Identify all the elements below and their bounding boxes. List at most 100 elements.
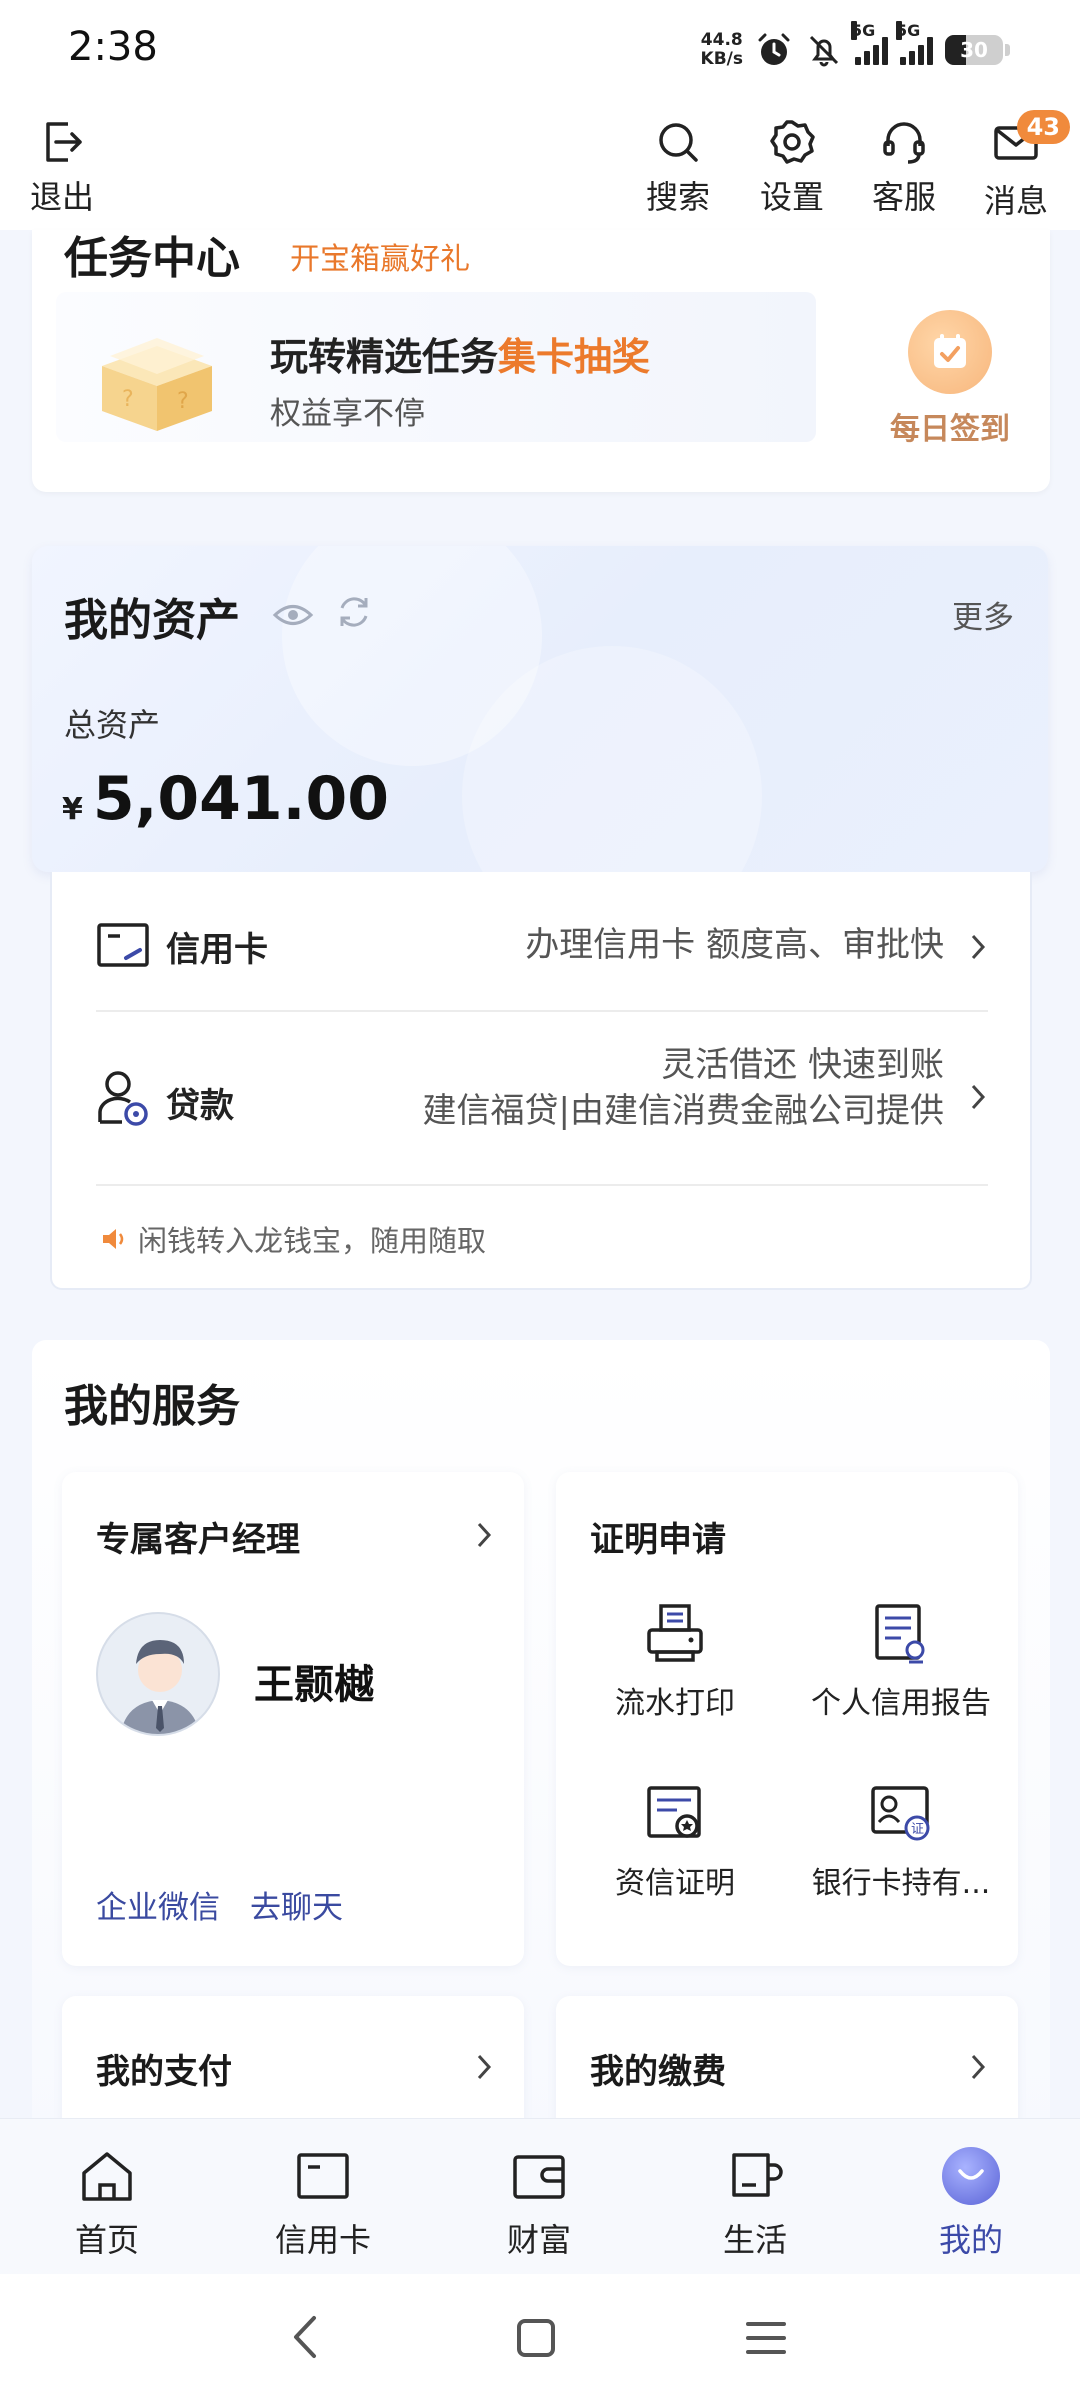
me-smile-icon — [942, 2147, 1000, 2205]
loan-person-icon — [98, 1071, 148, 1126]
logout-label: 退出 — [30, 178, 95, 216]
refresh-icon[interactable] — [334, 592, 374, 632]
customer-service-label: 客服 — [872, 178, 937, 216]
back-icon[interactable] — [286, 2312, 326, 2362]
messages-button[interactable]: 43 消息 — [984, 110, 1070, 222]
chevron-right-icon — [971, 1084, 986, 1110]
home-square-icon[interactable] — [514, 2316, 558, 2360]
messages-label: 消息 — [984, 182, 1049, 220]
assets-more-link[interactable]: 更多 — [952, 592, 1014, 637]
tab-me-label: 我的 — [938, 2221, 1003, 2259]
daily-checkin-button[interactable]: 每日签到 — [870, 310, 1030, 448]
chevron-right-icon — [477, 2054, 492, 2080]
logout-button[interactable]: 退出 — [30, 118, 94, 218]
my-fees-title: 我的缴费 — [590, 2052, 726, 2092]
tab-life[interactable]: 生活 — [675, 2147, 835, 2261]
loan-desc-line-1: 灵活借还 快速到账 — [661, 1045, 944, 1085]
status-icons: 44.8 KB/s 5G 5G 30 — [700, 21, 1010, 74]
statement-print-label: 流水打印 — [615, 1686, 735, 1721]
my-payment-title: 我的支付 — [96, 2052, 232, 2092]
chat-link[interactable]: 去聊天 — [250, 1882, 343, 1927]
certificate-title: 证明申请 — [590, 1520, 726, 1560]
task-promo-title: 玩转精选任务集卡抽奖 — [270, 326, 650, 381]
top-nav: 退出 搜索 设置 客服 43 消息 — [0, 100, 1080, 230]
credit-certificate-item[interactable]: 资信证明 — [560, 1782, 790, 1902]
asset-services-list: 信用卡 办理信用卡 额度高、审批快 贷款 灵活借还 快速到账 建信福贷|由建信消… — [50, 872, 1032, 1290]
mute-bell-icon — [809, 35, 839, 67]
id-card-icon: 证 — [871, 1786, 930, 1841]
treasure-box-icon: ? ? — [102, 338, 212, 431]
svg-text:?: ? — [177, 389, 189, 414]
tab-wealth-label: 财富 — [506, 2221, 571, 2259]
card-holding-label: 银行卡持有... — [811, 1866, 991, 1901]
eye-icon[interactable] — [272, 594, 314, 636]
signal-icon-2: 5G — [896, 21, 933, 65]
tab-wealth[interactable]: 财富 — [459, 2147, 619, 2261]
tab-credit-card-label: 信用卡 — [274, 2221, 371, 2259]
menu-icon[interactable] — [744, 2316, 788, 2360]
status-bar: 2:38 44.8 KB/s 5G 5G 30 — [0, 0, 1080, 100]
customer-service-button[interactable]: 客服 — [872, 118, 936, 218]
daily-checkin-label: 每日签到 — [890, 412, 1010, 447]
credit-report-label: 个人信用报告 — [811, 1686, 991, 1721]
credit-card-desc: 办理信用卡 额度高、审批快 — [525, 925, 944, 965]
settings-button[interactable]: 设置 — [760, 118, 824, 218]
logout-icon — [46, 122, 82, 162]
loan-row[interactable]: 贷款 灵活借还 快速到账 建信福贷|由建信消费金融公司提供 — [96, 1042, 988, 1152]
loan-desc: 灵活借还 快速到账 建信福贷|由建信消费金融公司提供 — [423, 1042, 944, 1134]
printer-icon — [647, 1604, 703, 1662]
divider — [96, 1184, 988, 1186]
task-center-title: 任务中心 — [64, 233, 240, 284]
battery-tip — [1005, 44, 1010, 56]
settings-label: 设置 — [760, 178, 825, 216]
account-manager-card[interactable]: 专属客户经理 王颢樾 企业微信 去聊天 — [62, 1472, 524, 1966]
signal-label-1: 5G — [851, 21, 876, 40]
alarm-icon — [758, 33, 790, 65]
bottom-tab-bar: 首页 信用卡 财富 生活 我的 — [0, 2118, 1080, 2274]
tab-me[interactable]: 我的 — [891, 2147, 1051, 2261]
certificate-icon — [647, 1786, 701, 1838]
signal-label-2: 5G — [896, 21, 921, 40]
chevron-right-icon — [971, 934, 986, 960]
task-promo-desc: 权益享不停 — [270, 396, 425, 432]
my-services-title: 我的服务 — [64, 1381, 240, 1432]
battery-level: 30 — [960, 38, 988, 62]
gear-icon — [770, 120, 815, 164]
tab-home-label: 首页 — [74, 2221, 139, 2259]
task-promo-title-text: 玩转精选任务 — [270, 335, 499, 379]
total-assets-value: 5,041.00 — [92, 764, 389, 834]
svg-text:?: ? — [122, 387, 134, 412]
credit-card-row[interactable]: 信用卡 办理信用卡 额度高、审批快 — [96, 916, 988, 976]
tip-line[interactable]: 闲钱转入龙钱宝，随用随取 — [100, 1218, 486, 1260]
divider — [96, 1010, 988, 1012]
credit-card-icon — [97, 923, 149, 967]
my-assets-title: 我的资产 — [64, 595, 240, 646]
system-navigation-bar — [0, 2274, 1080, 2400]
network-speed-value: 44.8 — [700, 30, 743, 50]
currency-symbol: ¥ — [62, 792, 83, 827]
task-center-subtitle[interactable]: 开宝箱赢好礼 — [290, 234, 470, 278]
search-icon — [659, 123, 698, 162]
calendar-check-icon — [908, 310, 992, 394]
speaker-icon — [103, 1229, 124, 1249]
tab-home[interactable]: 首页 — [27, 2147, 187, 2261]
card-icon — [297, 2153, 349, 2199]
my-assets-card: 我的资产 更多 总资产 ¥ 5,041.00 — [32, 546, 1048, 872]
credit-report-item[interactable]: 个人信用报告 — [786, 1602, 1016, 1722]
total-assets-label: 总资产 — [64, 706, 161, 744]
tab-credit-card[interactable]: 信用卡 — [243, 2147, 403, 2261]
wecom-link[interactable]: 企业微信 — [96, 1882, 220, 1927]
card-holding-item[interactable]: 证 银行卡持有... — [786, 1782, 1016, 1902]
chevron-right-icon — [477, 1522, 492, 1548]
loan-desc-line-2: 建信福贷|由建信消费金融公司提供 — [422, 1091, 944, 1131]
manager-name: 王颢樾 — [254, 1662, 374, 1708]
task-promo-highlight: 集卡抽奖 — [498, 335, 651, 379]
battery-icon: 30 — [945, 35, 1003, 65]
network-speed-unit: KB/s — [700, 49, 743, 69]
statement-print-item[interactable]: 流水打印 — [560, 1602, 790, 1722]
search-button[interactable]: 搜索 — [646, 118, 710, 218]
status-time: 2:38 — [68, 24, 158, 70]
svg-text:证: 证 — [911, 1822, 924, 1837]
loan-title: 贷款 — [166, 1086, 234, 1126]
certificate-card: 证明申请 流水打印 个人信用报告 资信证明 证 银行卡持有... — [556, 1472, 1018, 1966]
